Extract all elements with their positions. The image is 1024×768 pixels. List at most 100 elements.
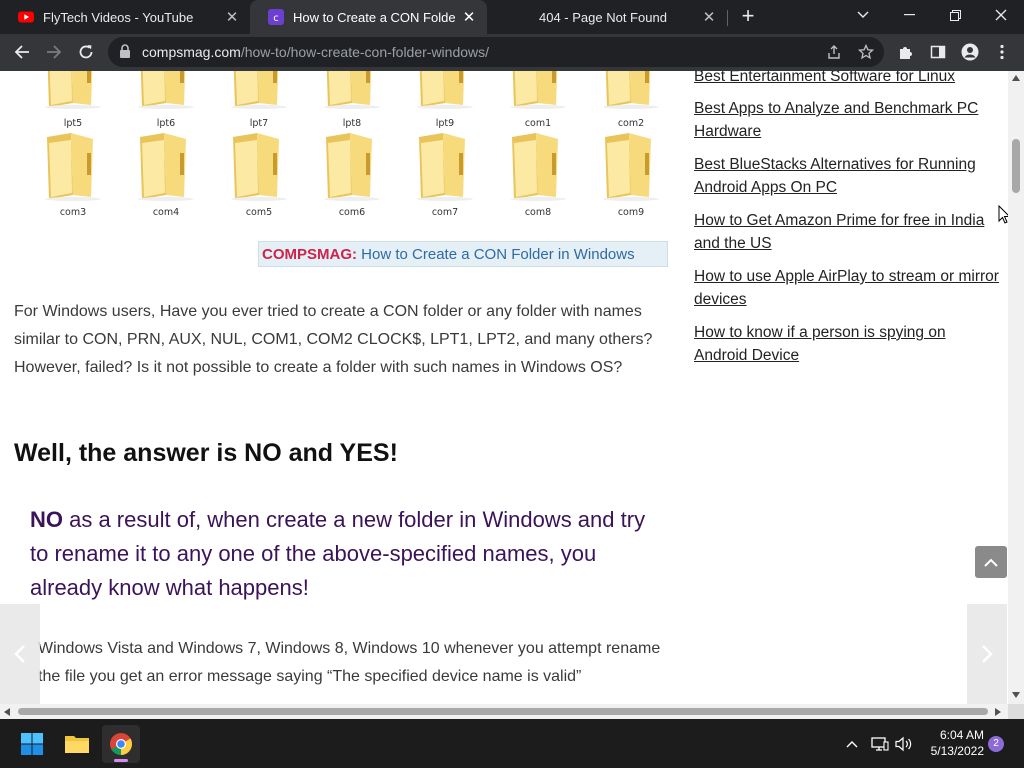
folder-label: com4 xyxy=(152,207,180,218)
scroll-left-icon[interactable] xyxy=(4,708,10,716)
side-panel-button[interactable] xyxy=(924,38,952,66)
next-post-button[interactable] xyxy=(967,604,1007,704)
scroll-up-icon[interactable] xyxy=(1012,75,1020,81)
youtube-icon xyxy=(18,11,34,23)
close-tab-icon[interactable]: ✕ xyxy=(222,7,242,27)
scrollbar-thumb[interactable] xyxy=(1012,139,1020,193)
sidebar-link[interactable]: Best Apps to Analyze and Benchmark PC Ha… xyxy=(694,97,999,143)
volume-button[interactable] xyxy=(894,734,914,754)
scrollbar-thumb[interactable] xyxy=(18,708,988,715)
page-viewport: lpt5 lpt6 lpt7 lpt8 lpt9 com1 com2 com3 com4 com5… xyxy=(0,71,1008,704)
folder-icon xyxy=(417,71,473,109)
scroll-right-icon[interactable] xyxy=(995,708,1001,716)
folder-label: com7 xyxy=(431,207,459,218)
folder-icon xyxy=(231,133,287,201)
reload-icon xyxy=(79,45,93,59)
start-button[interactable] xyxy=(13,725,51,763)
folder-label: lpt7 xyxy=(249,118,269,129)
folder-item: com6 xyxy=(317,131,387,218)
lock-icon xyxy=(120,44,130,58)
tab-title: How to Create a CON Folder in W xyxy=(293,9,455,25)
side-panel-icon xyxy=(930,45,946,59)
svg-text:c: c xyxy=(273,13,279,24)
network-button[interactable] xyxy=(870,734,890,754)
folder-icon xyxy=(65,736,89,753)
tab-youtube[interactable]: FlyTech Videos - YouTube ✕ xyxy=(0,0,250,34)
taskbar: 6:04 AM 5/13/2022 2 xyxy=(0,719,1024,768)
folder-item: com5 xyxy=(224,131,294,218)
tab-search-button[interactable] xyxy=(840,0,886,30)
folder-label: com6 xyxy=(338,207,366,218)
folder-item: lpt5 xyxy=(38,71,108,129)
folder-item: com4 xyxy=(131,131,201,218)
tab-404[interactable]: 404 - Page Not Found ✕ xyxy=(487,0,727,34)
folder-icon xyxy=(603,133,659,201)
folder-icon xyxy=(45,71,101,109)
sidebar-link[interactable]: How to use Apple AirPlay to stream or mi… xyxy=(694,265,999,311)
blank-favicon xyxy=(505,9,521,25)
folder-icon xyxy=(324,133,380,201)
clock-time: 6:04 AM xyxy=(939,728,984,742)
back-to-top-button[interactable] xyxy=(975,546,1007,578)
notification-badge[interactable]: 2 xyxy=(988,736,1004,752)
intro-paragraph: For Windows users, Have you ever tried t… xyxy=(14,303,653,376)
folder-icon xyxy=(510,71,566,109)
sidebar-link[interactable]: How to know if a person is spying on And… xyxy=(694,321,999,367)
folder-label: com3 xyxy=(59,207,87,218)
menu-button[interactable] xyxy=(988,38,1016,66)
previous-post-button[interactable] xyxy=(0,604,40,704)
back-button[interactable] xyxy=(8,38,36,66)
horizontal-scrollbar[interactable] xyxy=(0,704,1008,719)
section-heading: Well, the answer is NO and YES! xyxy=(14,439,398,467)
profile-button[interactable] xyxy=(956,38,984,66)
vertical-scrollbar[interactable] xyxy=(1008,71,1024,704)
tab-active[interactable]: c How to Create a CON Folder in W ✕ xyxy=(250,0,487,34)
caption-text: How to Create a CON Folder in Windows xyxy=(357,246,635,263)
sidebar-link[interactable]: Best Entertainment Software for Linux xyxy=(694,71,999,88)
highlight-quote: NO as a result of, when create a new fol… xyxy=(30,503,660,605)
second-paragraph: Windows Vista and Windows 7, Windows 8, … xyxy=(38,640,661,685)
folder-label: lpt6 xyxy=(156,118,176,129)
folder-item: lpt7 xyxy=(224,71,294,129)
chevron-right-icon xyxy=(982,645,993,663)
chevron-up-icon xyxy=(984,558,998,567)
extensions-button[interactable] xyxy=(892,38,920,66)
system-clock[interactable]: 6:04 AM 5/13/2022 xyxy=(922,727,984,759)
new-tab-button[interactable]: + xyxy=(736,5,760,29)
chrome-taskbar-button[interactable] xyxy=(102,725,140,763)
sidebar-link[interactable]: Best BlueStacks Alternatives for Running… xyxy=(694,153,999,199)
chrome-icon xyxy=(110,733,132,755)
scroll-down-icon[interactable] xyxy=(1012,692,1020,698)
url-text: compsmag.com/how-to/how-create-con-folde… xyxy=(142,44,489,60)
folders-image: lpt5 lpt6 lpt7 lpt8 lpt9 com1 com2 com3 com4 com5… xyxy=(14,71,674,241)
folder-icon xyxy=(603,71,659,109)
active-app-indicator xyxy=(114,759,128,762)
profile-icon xyxy=(961,43,979,61)
bookmark-button[interactable] xyxy=(855,41,877,63)
restore-button[interactable] xyxy=(932,0,978,30)
close-tab-icon[interactable]: ✕ xyxy=(459,7,479,27)
minimize-button[interactable] xyxy=(886,0,932,30)
folder-label: com8 xyxy=(524,207,552,218)
share-button[interactable] xyxy=(823,41,845,63)
tab-strip: FlyTech Videos - YouTube ✕ c How to Crea… xyxy=(0,0,1024,34)
more-vertical-icon xyxy=(1000,44,1004,60)
forward-button[interactable] xyxy=(40,38,68,66)
folder-item: com9 xyxy=(596,131,666,218)
close-tab-icon[interactable]: ✕ xyxy=(699,7,719,27)
folder-icon xyxy=(231,71,287,109)
folder-item: com7 xyxy=(410,131,480,218)
scrollbar-corner xyxy=(1008,704,1024,719)
mouse-cursor-icon xyxy=(998,205,1008,224)
show-hidden-icons-button[interactable] xyxy=(842,734,862,754)
arrow-right-icon xyxy=(47,45,62,59)
address-bar[interactable]: compsmag.com/how-to/how-create-con-folde… xyxy=(108,37,884,67)
reload-button[interactable] xyxy=(72,38,100,66)
close-icon xyxy=(995,9,1007,21)
close-window-button[interactable] xyxy=(978,0,1024,30)
folder-item: com2 xyxy=(596,71,666,129)
sidebar-link[interactable]: How to Get Amazon Prime for free in Indi… xyxy=(694,209,999,255)
chevron-down-icon xyxy=(857,11,869,18)
folder-item: com8 xyxy=(503,131,573,218)
file-explorer-button[interactable] xyxy=(58,725,96,763)
